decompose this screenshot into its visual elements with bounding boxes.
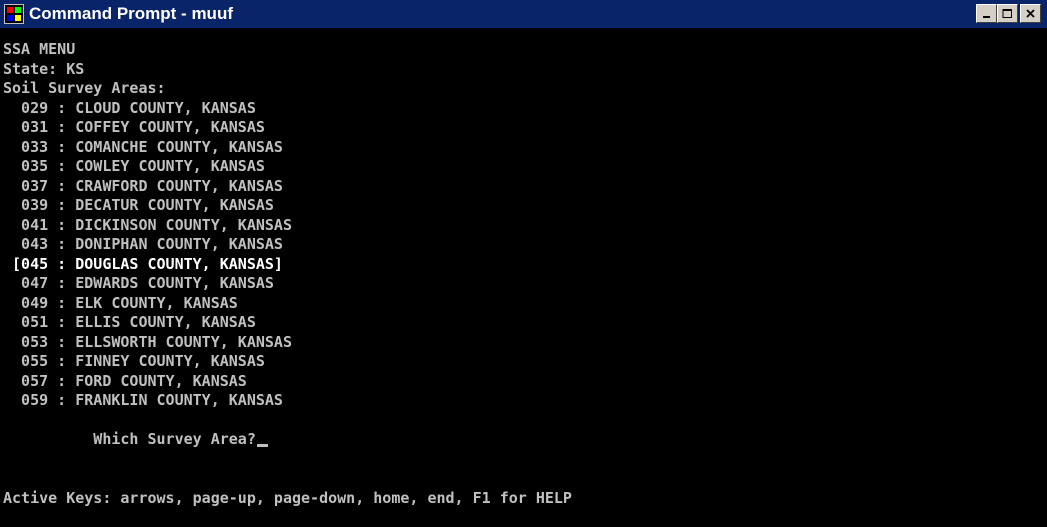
maximize-icon [1002, 8, 1012, 18]
ms-dos-icon[interactable] [4, 4, 24, 24]
survey-area-item[interactable]: 059 : FRANKLIN COUNTY, KANSAS [3, 391, 1047, 411]
survey-area-item[interactable]: 047 : EDWARDS COUNTY, KANSAS [3, 274, 1047, 294]
command-prompt-window: Command Prompt - muuf SSA MENU State: KS… [0, 0, 1047, 527]
minimize-button[interactable] [976, 4, 997, 23]
menu-title: SSA MENU [3, 40, 76, 58]
minimize-icon [982, 15, 990, 18]
close-button[interactable] [1020, 4, 1041, 23]
window-title: Command Prompt - muuf [29, 4, 233, 23]
prompt-text: Which Survey Area? [3, 430, 256, 448]
survey-area-item[interactable]: 053 : ELLSWORTH COUNTY, KANSAS [3, 333, 1047, 353]
survey-area-item[interactable]: 057 : FORD COUNTY, KANSAS [3, 372, 1047, 392]
window-controls [976, 4, 1041, 23]
survey-area-item[interactable]: 035 : COWLEY COUNTY, KANSAS [3, 157, 1047, 177]
close-icon [1025, 8, 1035, 18]
survey-area-item[interactable]: 041 : DICKINSON COUNTY, KANSAS [3, 216, 1047, 236]
survey-area-item[interactable]: 031 : COFFEY COUNTY, KANSAS [3, 118, 1047, 138]
console-output[interactable]: SSA MENU State: KS Soil Survey Areas: 02… [0, 28, 1047, 527]
survey-area-item[interactable]: 029 : CLOUD COUNTY, KANSAS [3, 99, 1047, 119]
areas-heading: Soil Survey Areas: [3, 79, 166, 97]
maximize-button[interactable] [997, 4, 1018, 23]
survey-area-item[interactable]: 039 : DECATUR COUNTY, KANSAS [3, 196, 1047, 216]
survey-area-item[interactable]: 043 : DONIPHAN COUNTY, KANSAS [3, 235, 1047, 255]
survey-area-item[interactable]: 037 : CRAWFORD COUNTY, KANSAS [3, 177, 1047, 197]
title-bar[interactable]: Command Prompt - muuf [0, 0, 1047, 28]
survey-area-prompt[interactable]: Which Survey Area? [3, 430, 1047, 450]
survey-area-item[interactable]: 033 : COMANCHE COUNTY, KANSAS [3, 138, 1047, 158]
state-line: State: KS [3, 59, 85, 78]
text-cursor [256, 444, 268, 447]
survey-area-item[interactable]: 051 : ELLIS COUNTY, KANSAS [3, 313, 1047, 333]
survey-area-item[interactable]: 055 : FINNEY COUNTY, KANSAS [3, 352, 1047, 372]
active-keys-hint: Active Keys: arrows, page-up, page-down,… [3, 488, 572, 507]
survey-area-item-selected[interactable]: [045 : DOUGLAS COUNTY, KANSAS] [3, 255, 1047, 275]
survey-area-item[interactable]: 049 : ELK COUNTY, KANSAS [3, 294, 1047, 314]
